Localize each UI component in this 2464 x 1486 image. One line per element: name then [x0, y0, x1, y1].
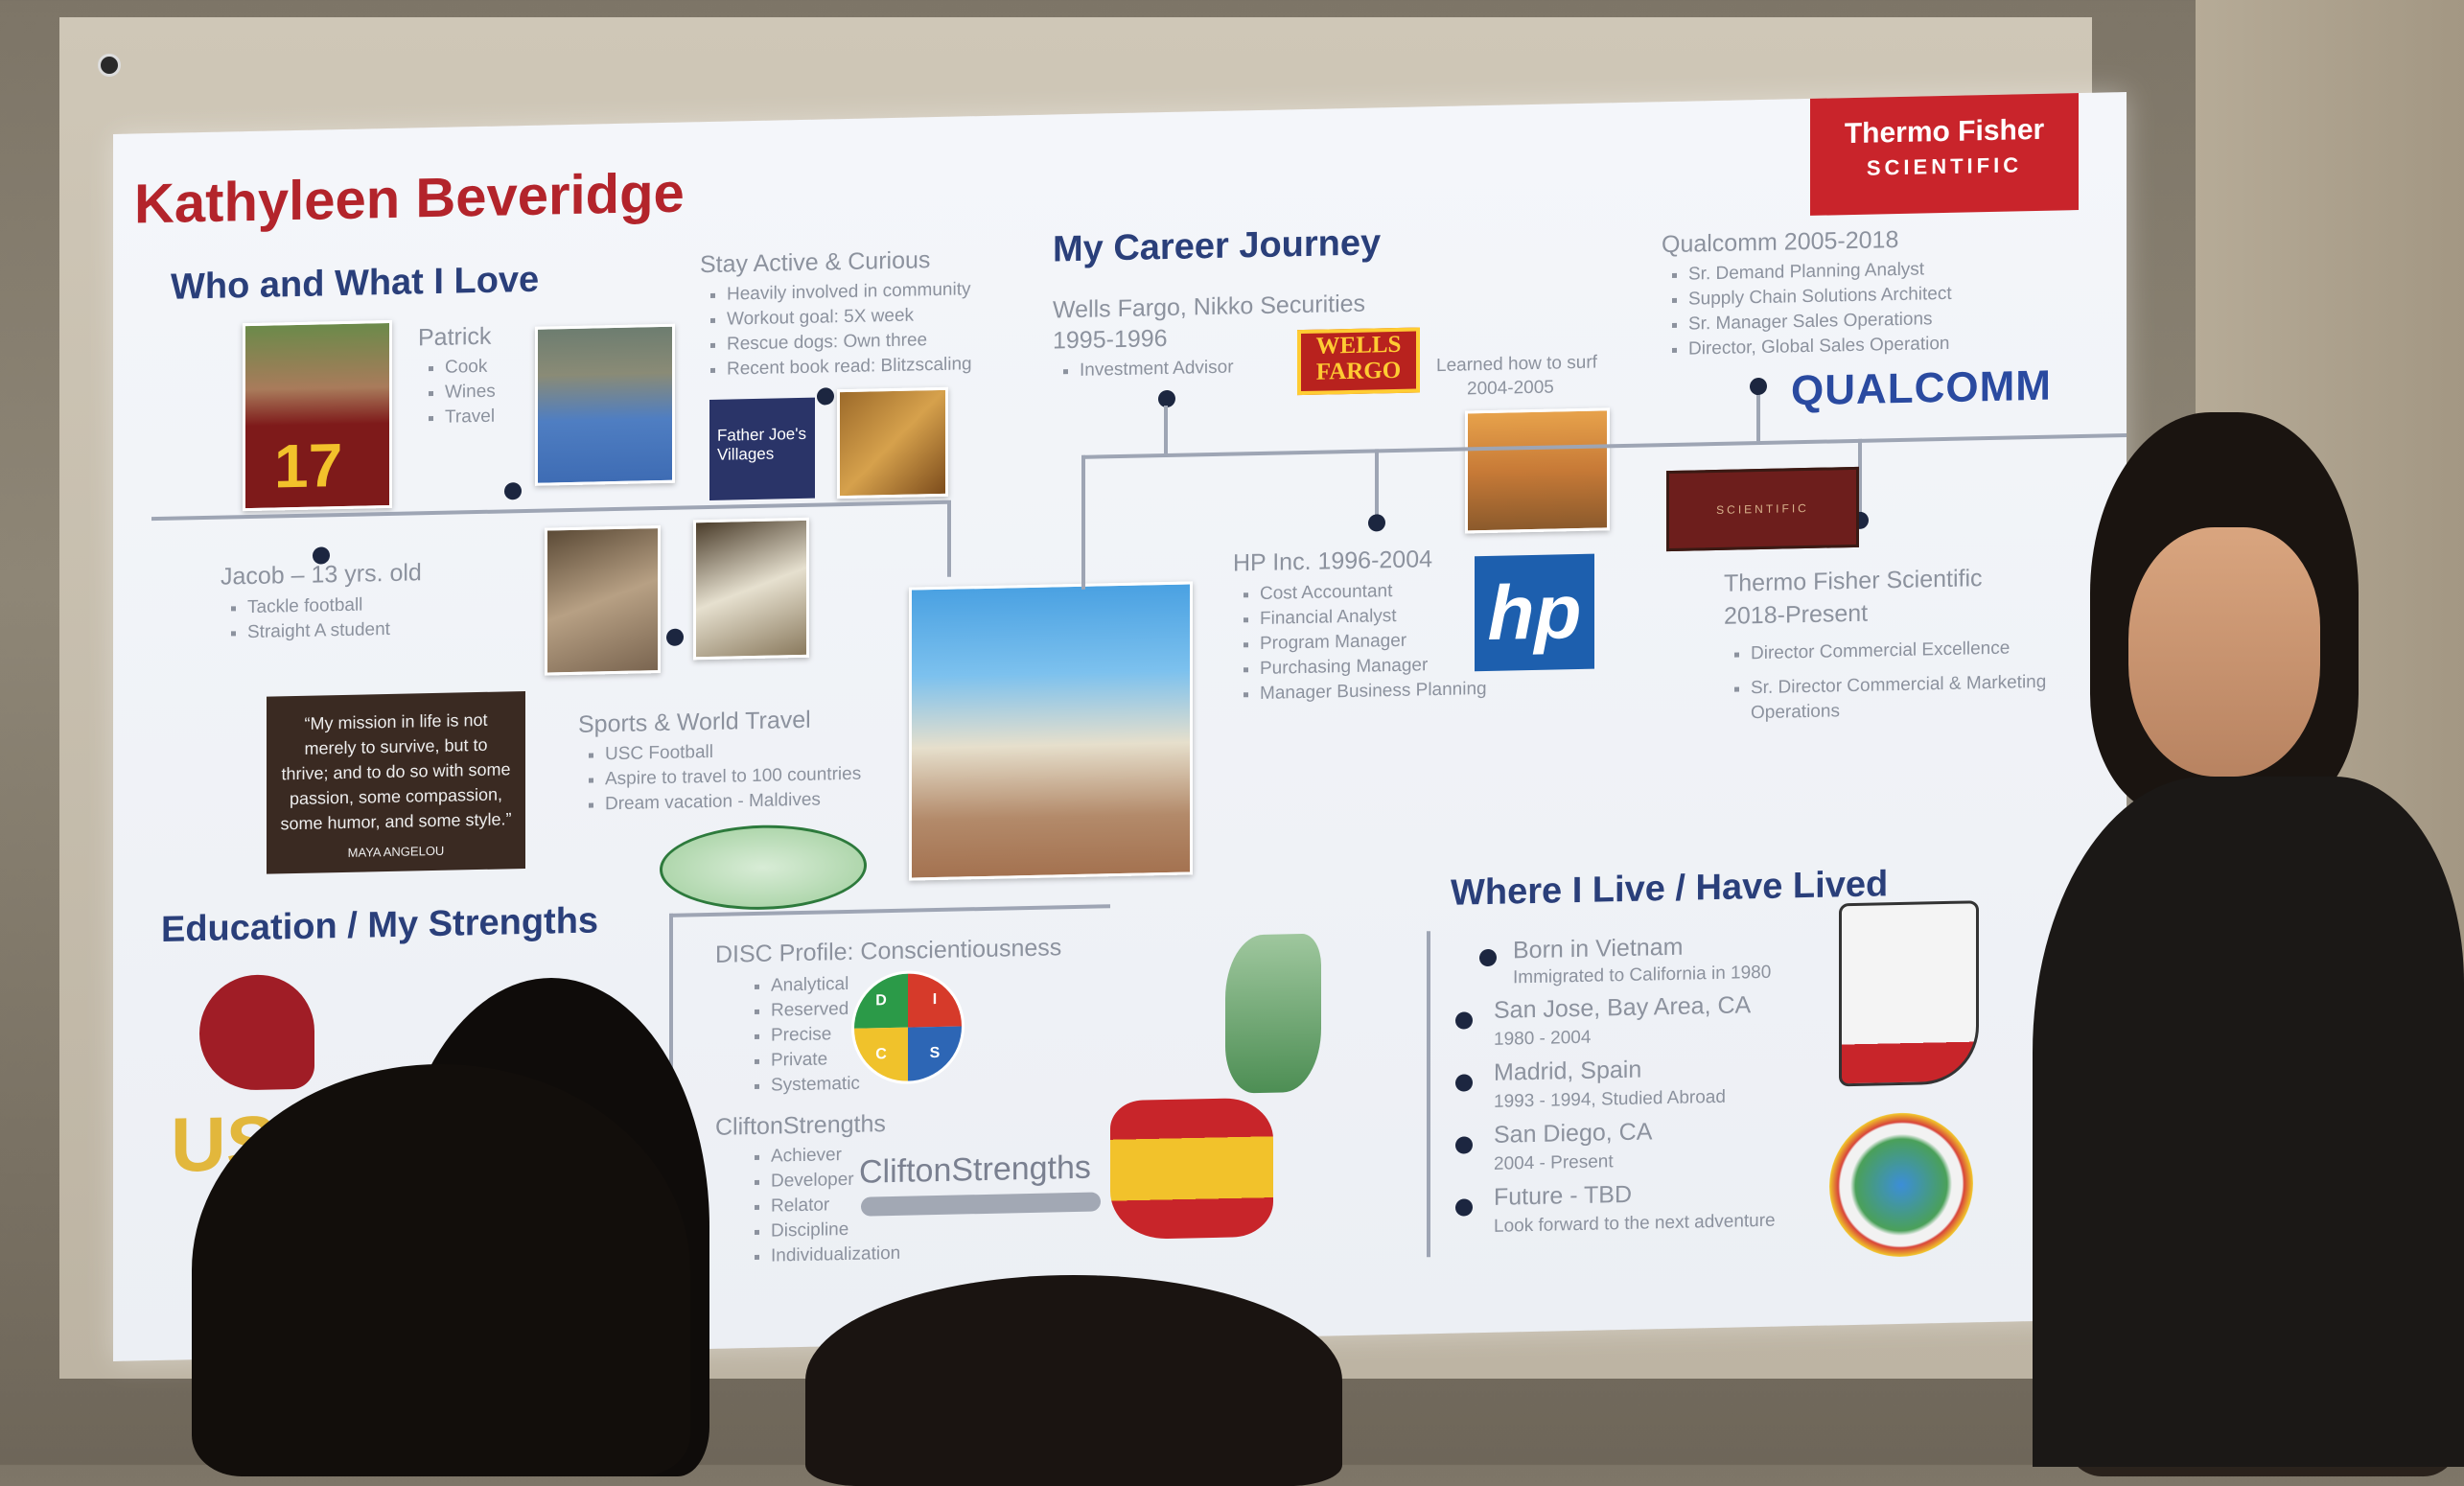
sports-list: USC Football Aspire to travel to 100 cou…: [578, 737, 861, 818]
qualcomm-connector: [1756, 387, 1760, 442]
hp-label: HP Inc. 1996-2004: [1233, 546, 1433, 577]
live-timeline: [1427, 931, 1430, 1258]
patrick-dot: [504, 482, 522, 500]
surf-label: Learned how to surf: [1436, 352, 1597, 377]
jacob-list: Tackle football Straight A student: [221, 592, 390, 646]
place-detail-0: Immigrated to California in 1980: [1513, 962, 1772, 988]
screen-pin: [98, 54, 121, 77]
thermo-label: Thermo Fisher Scientific: [1724, 565, 1983, 597]
qualcomm-label: Qualcomm 2005-2018: [1662, 225, 1899, 259]
jacob-label: Jacob – 13 yrs. old: [221, 559, 422, 591]
presenter-name: Kathyleen Beveridge: [134, 161, 685, 236]
wells-label: Wells Fargo, Nikko Securities: [1053, 290, 1366, 324]
place-detail-1: 1980 - 2004: [1494, 1027, 1592, 1050]
stay-active-dot: [817, 387, 834, 406]
education-section-title: Education / My Strengths: [161, 900, 599, 950]
thermo-fisher-logo: Thermo Fisher SCIENTIFIC: [1810, 92, 2079, 216]
who-section-title: Who and What I Love: [171, 259, 540, 308]
presenter: [2013, 412, 2464, 1467]
place-name-1: San Jose, Bay Area, CA: [1494, 991, 1752, 1024]
california-flag-map-icon: [1839, 900, 1979, 1087]
dogs-photo: [837, 386, 948, 499]
thermo-sign-photo: SCIENTIFIC: [1666, 466, 1859, 552]
hp-connector: [1375, 449, 1379, 517]
globe-people-icon: [1829, 1111, 1973, 1259]
surf-years: 2004-2005: [1467, 377, 1554, 400]
wells-connector: [1164, 405, 1168, 454]
presenter-face: [2128, 527, 2320, 777]
place-name-4: Future - TBD: [1494, 1180, 1633, 1211]
clifton-label: CliftonStrengths: [715, 1110, 886, 1141]
live-section-title: Where I Live / Have Lived: [1451, 864, 1889, 914]
surfing-photo: [1465, 407, 1610, 534]
place-dot-3: [1455, 1136, 1473, 1154]
place-dot-1: [1455, 1011, 1473, 1030]
jacob-photo: 17: [243, 319, 392, 512]
career-section-title: My Career Journey: [1053, 222, 1382, 270]
place-dot-4: [1455, 1198, 1473, 1217]
place-detail-4: Look forward to the next adventure: [1494, 1210, 1776, 1237]
cactus-photo: [693, 517, 809, 661]
place-dot-2: [1455, 1074, 1473, 1092]
place-detail-2: 1993 - 1994, Studied Abroad: [1494, 1086, 1726, 1112]
stay-active-label: Stay Active & Curious: [700, 246, 931, 279]
wells-list: Investment Advisor: [1053, 356, 1234, 384]
wells-fargo-logo: WELLS FARGO: [1297, 327, 1420, 396]
wells-years: 1995-1996: [1053, 324, 1168, 355]
disc-wheel: D I C S: [851, 969, 965, 1085]
place-name-3: San Diego, CA: [1494, 1118, 1653, 1149]
dog-photo: [545, 525, 661, 676]
spain-flag-map-icon: [1110, 1097, 1273, 1241]
stay-active-list: Heavily involved in community Workout go…: [700, 277, 972, 383]
patrick-photo: [535, 323, 675, 486]
place-detail-3: 2004 - Present: [1494, 1151, 1614, 1174]
hp-dot: [1368, 514, 1385, 532]
sports-dot: [666, 628, 684, 646]
father-joes-villages-logo: Father Joe's Villages: [709, 397, 815, 500]
place-name-0: Born in Vietnam: [1513, 933, 1684, 964]
hp-logo: hp: [1475, 553, 1594, 672]
qualcomm-logo: QUALCOMM: [1791, 361, 2052, 415]
sports-label: Sports & World Travel: [578, 706, 811, 738]
audience-head: [192, 1064, 690, 1476]
hp-list: Cost Accountant Financial Analyst Progra…: [1233, 577, 1487, 708]
world-map-icon: [660, 823, 867, 913]
audience-head: [805, 1275, 1342, 1486]
qualcomm-list: Sr. Demand Planning Analyst Supply Chain…: [1662, 257, 1952, 362]
qualcomm-dot: [1750, 377, 1767, 396]
vietnam-map-icon: [1225, 933, 1321, 1094]
who-connector: [947, 499, 951, 577]
place-dot-0: [1479, 948, 1497, 967]
disc-label: DISC Profile: Conscientiousness: [715, 934, 1062, 968]
presenter-body: [2033, 777, 2464, 1467]
place-name-2: Madrid, Spain: [1494, 1056, 1642, 1086]
patrick-list: Cook Wines Travel: [418, 355, 496, 431]
clifton-logo: CliftonStrengths: [859, 1149, 1091, 1191]
disc-list: Analytical Reserved Precise Private Syst…: [744, 972, 860, 1100]
career-left-connector: [1081, 454, 1085, 590]
patrick-label: Patrick: [418, 322, 492, 352]
thermo-years: 2018-Present: [1724, 599, 1869, 630]
clifton-bar: [861, 1192, 1101, 1217]
camel-photo: [909, 581, 1193, 881]
usc-trojan-logo: [199, 973, 314, 1092]
maya-angelou-quote: “My mission in life is not merely to sur…: [267, 690, 525, 874]
